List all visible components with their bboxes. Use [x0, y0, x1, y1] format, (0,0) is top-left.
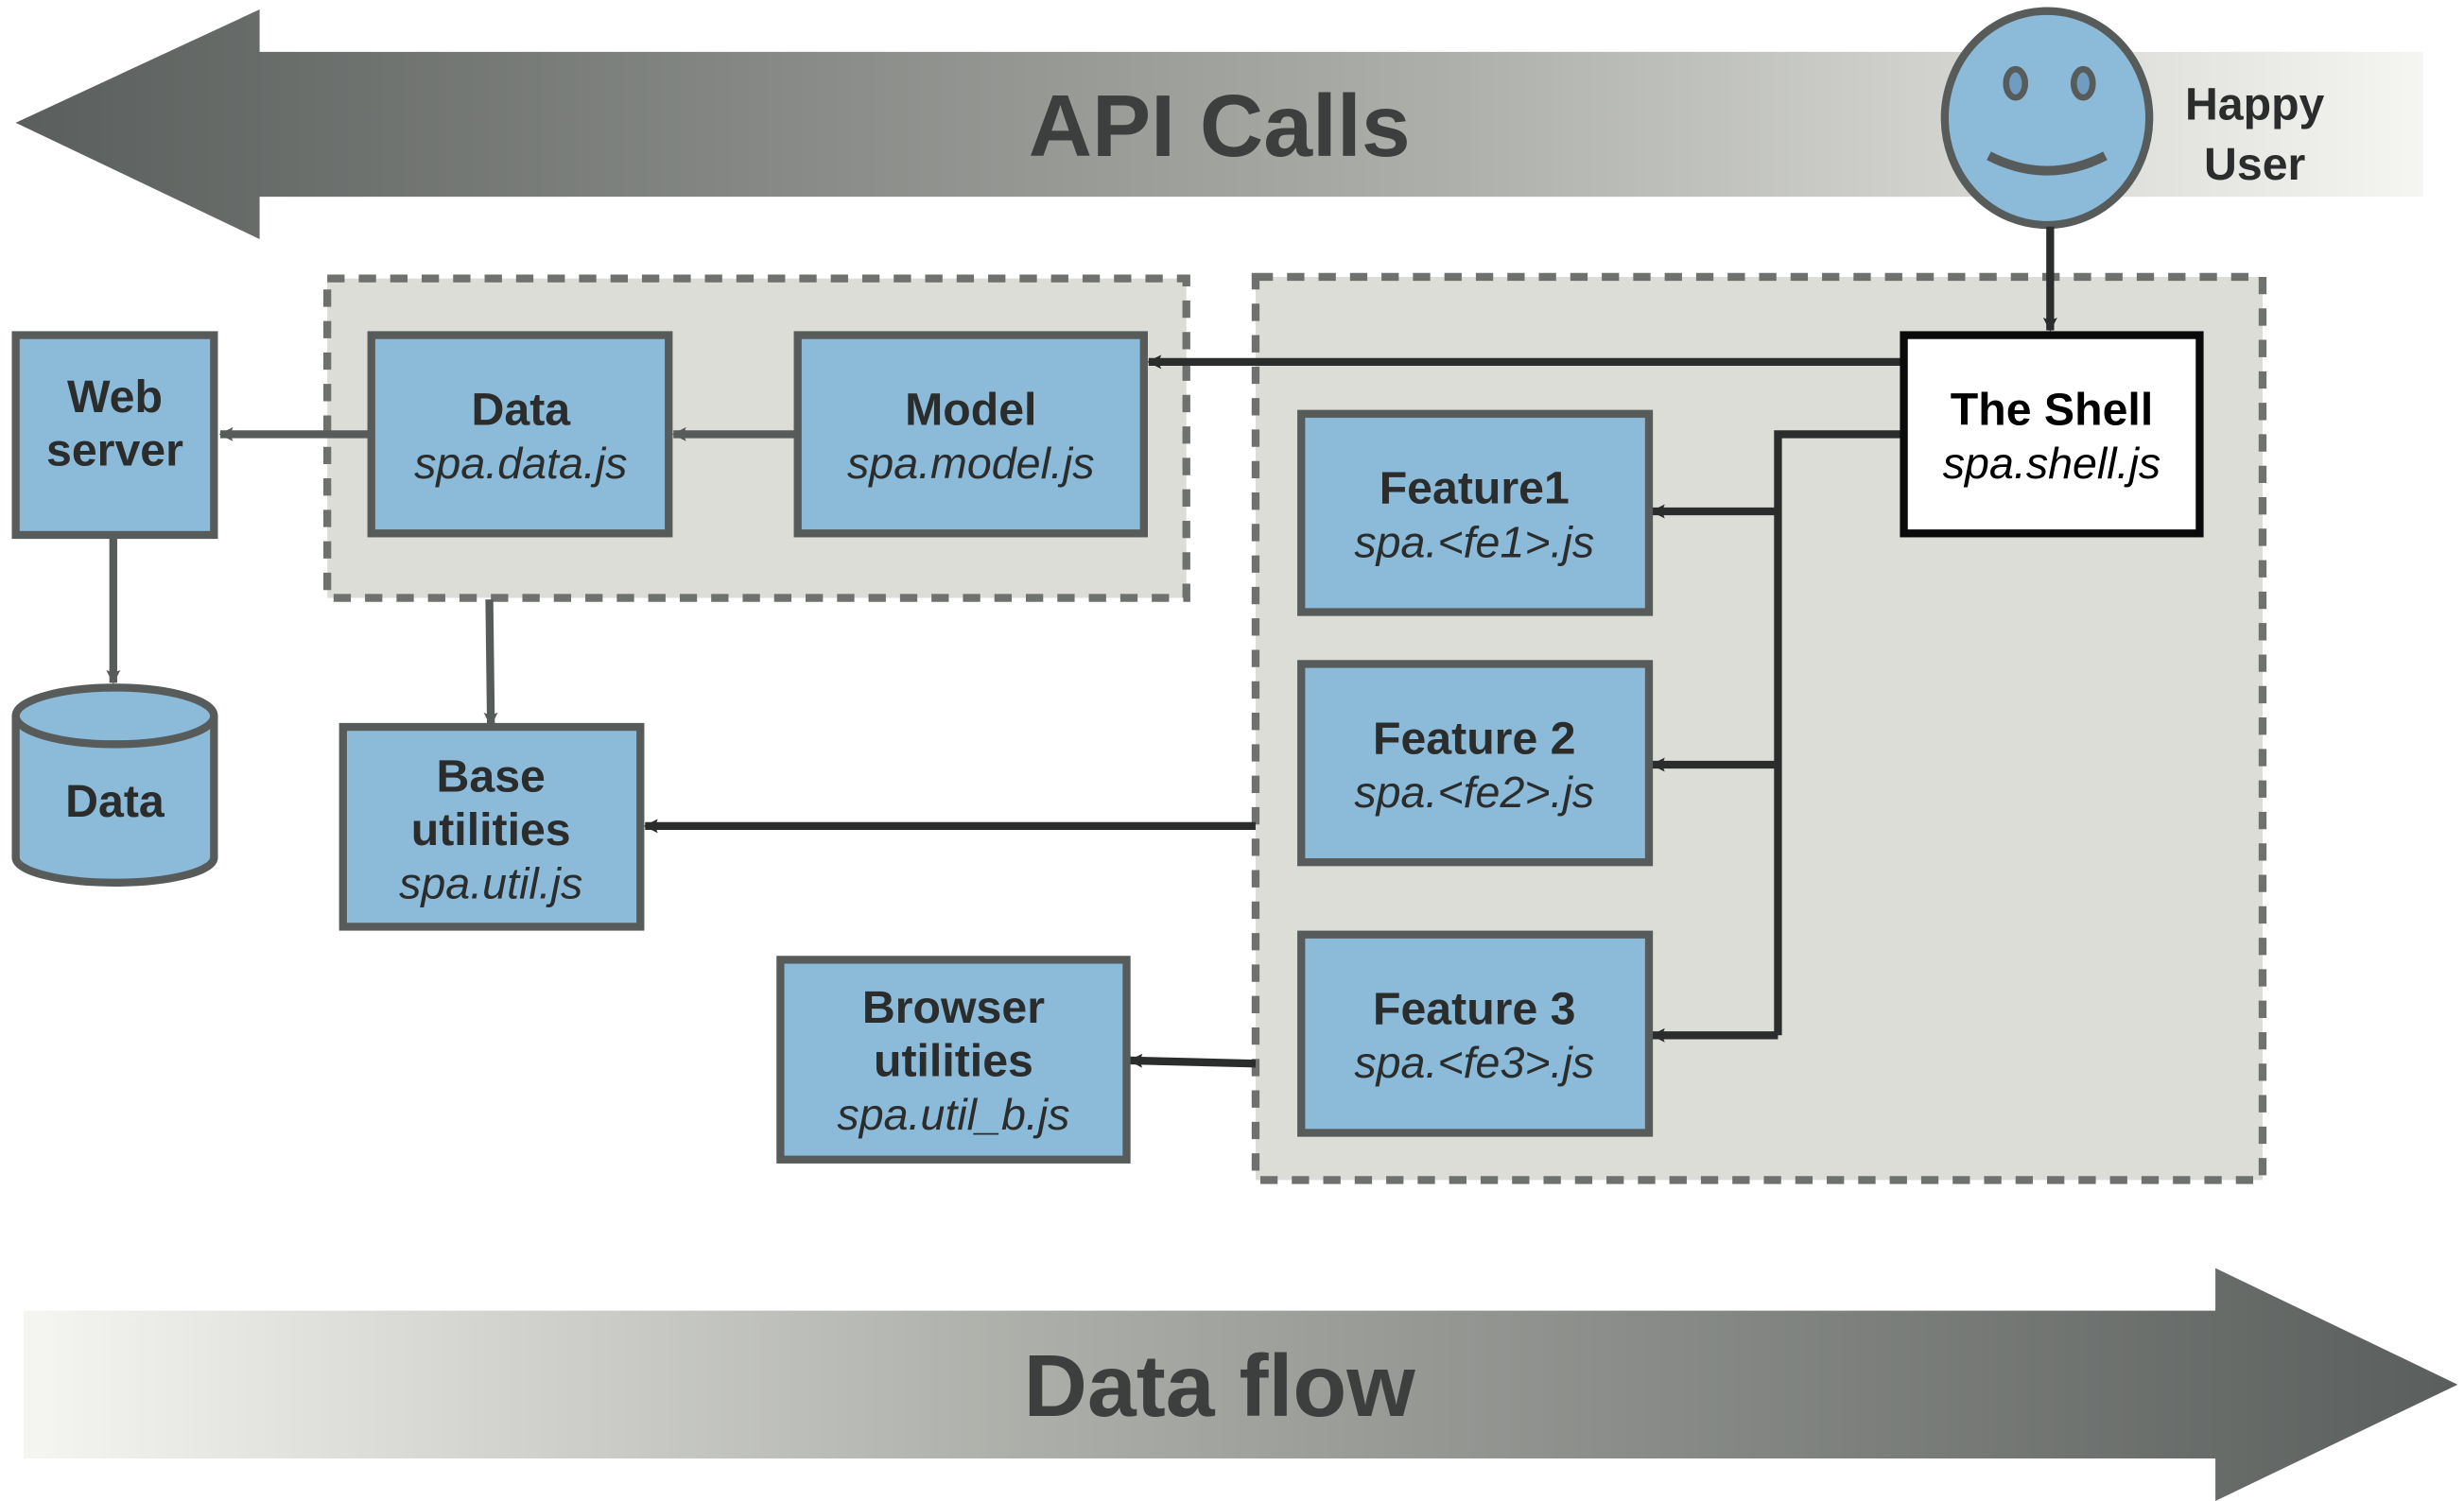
svg-text:spa.shell.js: spa.shell.js — [1943, 439, 2160, 488]
svg-text:utilities: utilities — [411, 804, 571, 855]
spa-architecture-diagram: API Calls Data flow Happy User Web serve… — [11, 7, 2458, 1501]
svg-text:Data: Data — [65, 776, 165, 827]
svg-text:Feature 2: Feature 2 — [1373, 713, 1576, 764]
svg-text:Feature1: Feature1 — [1379, 463, 1570, 514]
group-to-base-util-arrow — [483, 599, 498, 727]
user-label-line2: User — [2204, 139, 2305, 190]
svg-text:Web: Web — [67, 371, 163, 423]
svg-text:spa.data.js: spa.data.js — [414, 439, 627, 488]
svg-text:spa.util_b.js: spa.util_b.js — [837, 1090, 1069, 1139]
shell-module-node: The Shell spa.shell.js — [1900, 331, 2204, 538]
svg-text:Browser: Browser — [862, 982, 1045, 1033]
svg-text:The Shell: The Shell — [1951, 384, 2153, 435]
feature1-module-node: Feature1 spa.<fe1>.js — [1297, 409, 1654, 616]
svg-text:Model: Model — [905, 384, 1036, 435]
svg-text:Base: Base — [437, 750, 546, 802]
user-label-line1: Happy — [2185, 79, 2325, 130]
svg-text:spa.<fe3>.js: spa.<fe3>.js — [1354, 1038, 1594, 1087]
feature2-module-node: Feature 2 spa.<fe2>.js — [1297, 660, 1654, 867]
svg-text:server: server — [46, 425, 183, 476]
feature3-module-node: Feature 3 spa.<fe3>.js — [1297, 930, 1654, 1137]
svg-text:spa.<fe2>.js: spa.<fe2>.js — [1354, 768, 1594, 817]
web-server-node: Web server — [11, 331, 218, 540]
svg-text:Feature 3: Feature 3 — [1373, 984, 1576, 1035]
svg-text:utilities: utilities — [874, 1036, 1033, 1087]
data-flow-label: Data flow — [1024, 1337, 1416, 1435]
base-utilities-node: Base utilities spa.util.js — [338, 722, 645, 931]
data-module-node: Data spa.data.js — [367, 331, 673, 538]
svg-text:spa.model.js: spa.model.js — [847, 439, 1095, 488]
features-to-browser-util-arrow — [1128, 1053, 1257, 1068]
smiley-face-icon — [1940, 7, 2154, 230]
svg-text:spa.<fe1>.js: spa.<fe1>.js — [1354, 517, 1594, 566]
model-module-node: Model spa.model.js — [793, 331, 1148, 538]
api-calls-label: API Calls — [1029, 77, 1411, 175]
svg-text:spa.util.js: spa.util.js — [399, 858, 582, 907]
svg-text:Data: Data — [472, 384, 572, 435]
database-node: Data — [11, 683, 218, 887]
data-flow-banner: Data flow — [23, 1268, 2458, 1501]
browser-utilities-node: Browser utilities spa.util_b.js — [776, 956, 1131, 1164]
